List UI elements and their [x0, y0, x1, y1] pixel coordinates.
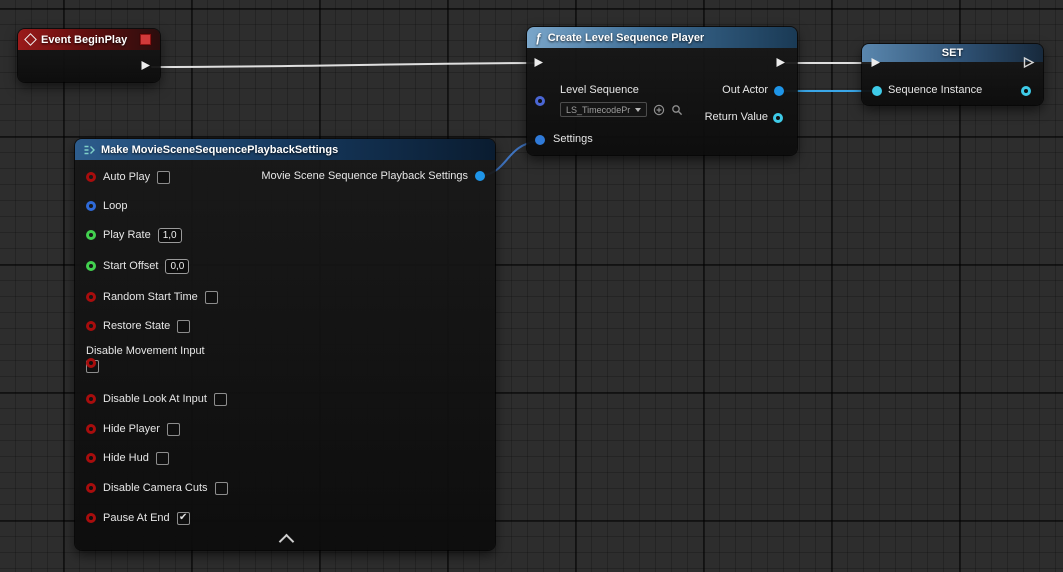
level-sequence-label: Level Sequence — [560, 84, 639, 96]
browse-asset-magnifier-icon[interactable] — [670, 103, 683, 116]
event-badge-icon — [139, 33, 152, 46]
output-settings-pin[interactable] — [475, 171, 485, 181]
start-offset-field[interactable]: 0,0 — [165, 259, 189, 274]
disable-look-at-input-label: Disable Look At Input — [103, 393, 207, 405]
auto-play-label: Auto Play — [103, 171, 150, 183]
level-sequence-asset-dropdown[interactable]: LS_TimecodePr — [560, 102, 647, 117]
event-icon — [24, 33, 37, 46]
out-actor-pin[interactable] — [774, 86, 784, 96]
settings-pin[interactable] — [535, 135, 545, 145]
make-struct-icon — [83, 144, 95, 156]
loop-label: Loop — [103, 200, 127, 212]
play-rate-field[interactable]: 1,0 — [158, 228, 182, 243]
pin-row-disable-camera-cuts: Disable Camera Cuts — [86, 478, 228, 498]
node-create-level-sequence-player: ƒ Create Level Sequence Player Level Seq… — [527, 27, 797, 155]
disable-movement-input-pin[interactable] — [86, 358, 96, 368]
pin-row-loop: Loop — [86, 196, 127, 216]
loop-pin[interactable] — [86, 201, 96, 211]
disable-look-at-input-checkbox[interactable] — [214, 393, 227, 406]
auto-play-checkbox[interactable] — [157, 171, 170, 184]
set-exec-out-pin[interactable] — [1022, 56, 1035, 69]
disable-camera-cuts-checkbox[interactable] — [215, 482, 228, 495]
blueprint-graph-canvas[interactable]: Event BeginPlay ƒ Create Level Sequence … — [0, 0, 1063, 572]
make-settings-title: Make MovieSceneSequencePlaybackSettings — [101, 144, 338, 156]
level-sequence-pin[interactable] — [535, 96, 545, 106]
disable-camera-cuts-pin[interactable] — [86, 483, 96, 493]
dropdown-chevron-icon — [635, 108, 641, 112]
restore-state-label: Restore State — [103, 320, 170, 332]
set-header[interactable]: SET — [862, 44, 1043, 62]
pin-row-hide-player: Hide Player — [86, 419, 180, 439]
start-offset-pin[interactable] — [86, 261, 96, 271]
set-output-value-pin[interactable] — [1021, 86, 1031, 96]
disable-look-at-input-pin[interactable] — [86, 394, 96, 404]
create-player-header[interactable]: ƒ Create Level Sequence Player — [527, 27, 797, 48]
node-event-beginplay: Event BeginPlay — [18, 29, 160, 82]
exec-wire-beginplay-to-create[interactable] — [152, 63, 536, 67]
pin-row-pause-at-end: Pause At End ✔ — [86, 508, 190, 528]
output-settings-label: Movie Scene Sequence Playback Settings — [261, 170, 468, 182]
pin-row-play-rate: Play Rate 1,0 — [86, 225, 182, 245]
random-start-time-pin[interactable] — [86, 292, 96, 302]
start-offset-label: Start Offset — [103, 260, 158, 272]
create-player-title: Create Level Sequence Player — [548, 32, 705, 44]
sequence-instance-pin[interactable] — [872, 86, 882, 96]
event-beginplay-title: Event BeginPlay — [41, 34, 127, 46]
node-collapse-button[interactable] — [279, 535, 293, 547]
pin-row-disable-look-at-input: Disable Look At Input — [86, 389, 227, 409]
disable-camera-cuts-label: Disable Camera Cuts — [103, 482, 208, 494]
set-title: SET — [942, 47, 963, 59]
sequence-instance-label: Sequence Instance — [888, 84, 982, 96]
pin-row-random-start-time: Random Start Time — [86, 287, 218, 307]
hide-hud-pin[interactable] — [86, 453, 96, 463]
pin-row-output-settings: Movie Scene Sequence Playback Settings — [261, 166, 485, 186]
create-exec-in-pin[interactable] — [532, 56, 545, 69]
create-exec-out-pin[interactable] — [774, 56, 787, 69]
pin-row-start-offset: Start Offset 0,0 — [86, 256, 189, 276]
event-beginplay-header[interactable]: Event BeginPlay — [18, 29, 160, 50]
play-rate-pin[interactable] — [86, 230, 96, 240]
pause-at-end-checkbox[interactable]: ✔ — [177, 512, 190, 525]
pin-row-auto-play: Auto Play — [86, 167, 170, 187]
make-settings-header[interactable]: Make MovieSceneSequencePlaybackSettings — [75, 139, 495, 160]
hide-hud-label: Hide Hud — [103, 452, 149, 464]
hide-hud-checkbox[interactable] — [156, 452, 169, 465]
level-sequence-asset-value: LS_TimecodePr — [566, 105, 630, 115]
pin-row-hide-hud: Hide Hud — [86, 448, 169, 468]
hide-player-label: Hide Player — [103, 423, 160, 435]
use-selected-asset-icon[interactable] — [652, 103, 665, 116]
restore-state-pin[interactable] — [86, 321, 96, 331]
auto-play-pin[interactable] — [86, 172, 96, 182]
node-make-playback-settings: Make MovieSceneSequencePlaybackSettings … — [75, 139, 495, 550]
hide-player-pin[interactable] — [86, 424, 96, 434]
pause-at-end-label: Pause At End — [103, 512, 170, 524]
settings-label: Settings — [553, 133, 593, 145]
pause-at-end-pin[interactable] — [86, 513, 96, 523]
hide-player-checkbox[interactable] — [167, 423, 180, 436]
random-start-time-label: Random Start Time — [103, 291, 198, 303]
chevron-up-icon — [278, 533, 294, 549]
set-exec-in-pin[interactable] — [869, 56, 882, 69]
restore-state-checkbox[interactable] — [177, 320, 190, 333]
return-value-pin[interactable] — [773, 113, 783, 123]
node-set-sequence-instance: SET Sequence Instance — [862, 44, 1043, 105]
out-actor-label: Out Actor — [722, 84, 768, 96]
return-value-label: Return Value — [705, 111, 768, 123]
function-icon: ƒ — [535, 31, 542, 45]
pin-row-restore-state: Restore State — [86, 316, 190, 336]
disable-movement-input-label: Disable Movement Input — [86, 345, 205, 357]
pin-row-disable-movement-input: Disable Movement Input — [86, 345, 205, 373]
beginplay-exec-out-pin[interactable] — [139, 59, 152, 72]
play-rate-label: Play Rate — [103, 229, 151, 241]
random-start-time-checkbox[interactable] — [205, 291, 218, 304]
